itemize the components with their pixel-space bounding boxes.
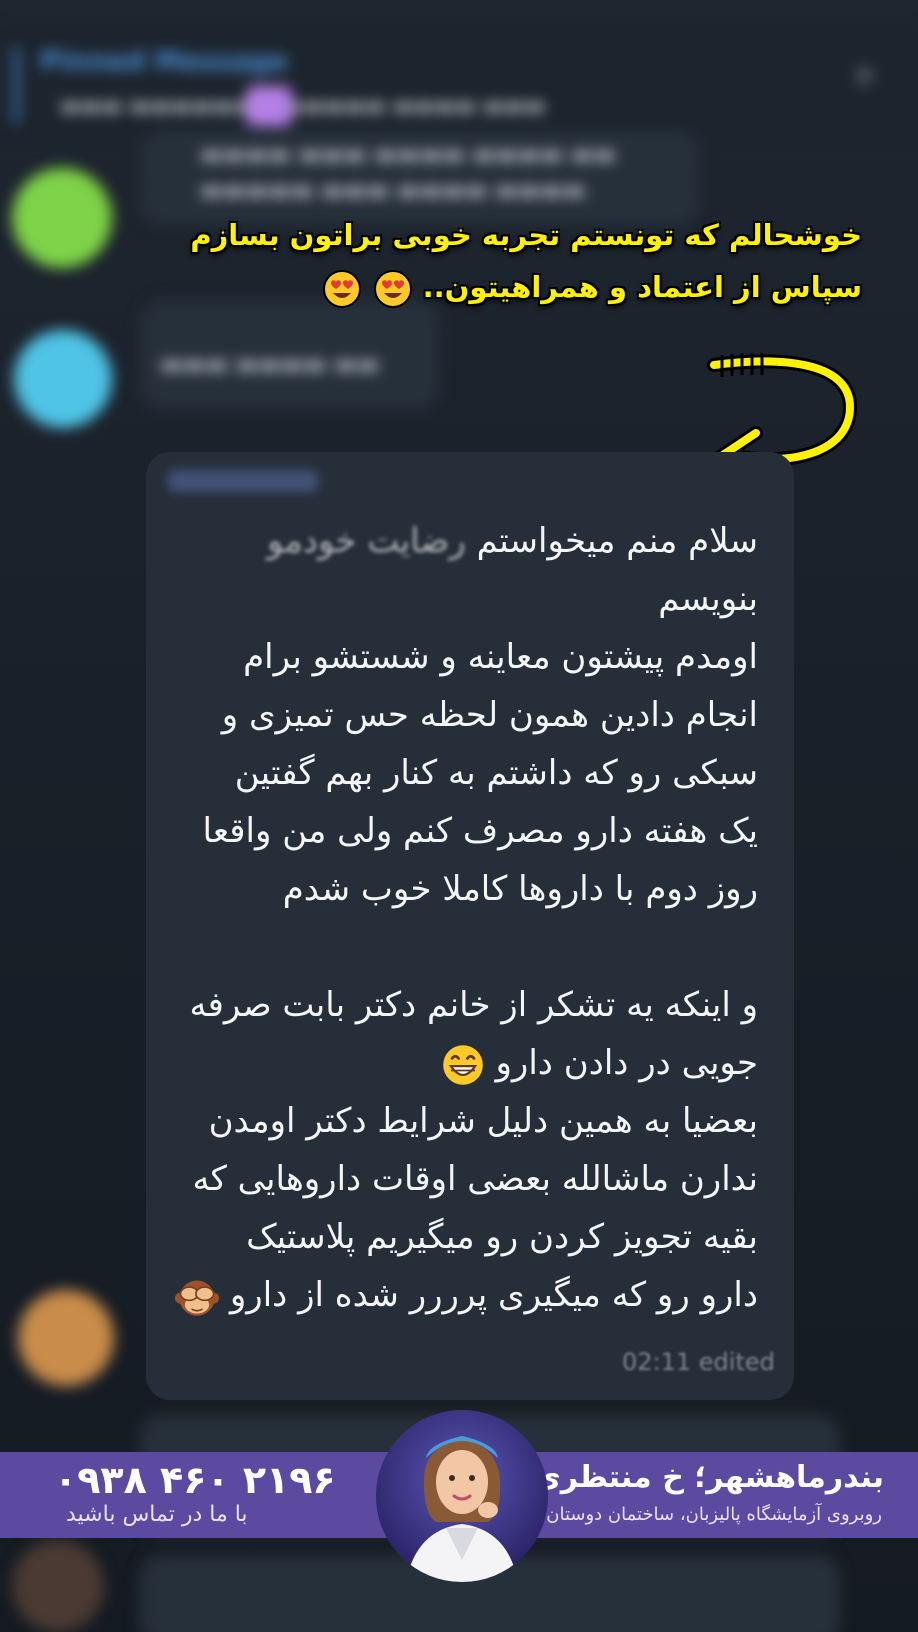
message-body: سلام منم میخواستم رضایت خودمو بنویسم اوم… <box>158 512 758 1324</box>
address-title: بندرماهشهر؛ خ منتظری <box>533 1460 884 1495</box>
see-no-evil-monkey-icon <box>175 1280 220 1316</box>
grinning-face-icon <box>442 1044 483 1085</box>
message-line: بعضیا به همین دلیل شرایط دکتر اومدن <box>158 1092 758 1150</box>
pinned-title: Pinned Message <box>40 46 288 77</box>
chat-screen: Pinned Message ▬▬▬ ▬▬▬▬▬▬▬ ▬▬▬▬▬ ▬▬▬▬ ▬▬… <box>0 0 918 1632</box>
address-detail: روبروی آزمایشگاه پالیزبان، ساختمان دوستا… <box>546 1504 882 1525</box>
message-line: بقیه تجویز کردن رو میگیریم پلاستیک <box>158 1208 758 1266</box>
message-line-text: انجام دادین همون لحظه حس تمیزی و <box>221 695 758 735</box>
doctor-illustration-icon <box>376 1410 548 1582</box>
close-icon[interactable]: × <box>852 58 877 93</box>
caption-text: سپاس از اعتماد و همراهیتون.. <box>422 270 862 304</box>
caption-line-2: سپاس از اعتماد و همراهیتون.. <box>322 264 862 310</box>
message-line: اومدم پیشتون معاینه و شستشو برام <box>158 628 758 686</box>
message-line: و اینکه یه تشکر از خانم دکتر بابت صرفه <box>158 976 758 1034</box>
doctor-portrait-avatar <box>376 1410 548 1582</box>
caption-line-1: خوشحالم که تونستم تجربه خوبی براتون بساز… <box>190 212 862 258</box>
phone-number[interactable]: ۰۹۳۸ ۴۶۰ ۲۱۹۶ <box>54 1458 336 1502</box>
message-line: بنویسم <box>158 570 758 628</box>
contact-avatar[interactable] <box>14 330 112 428</box>
heart-eyes-icon <box>373 270 412 308</box>
message-line: روز دوم با داروها کاملا خوب شدم <box>158 860 758 918</box>
message-line-text: جویی در دادن دارو <box>495 1043 759 1083</box>
message-line: ندارن ماشالله بعضی اوقات داروهایی که <box>158 1150 758 1208</box>
message-line-text: یک هفته دارو مصرف کنم ولی من واقعا <box>202 811 758 851</box>
message-line-text: ندارن ماشالله بعضی اوقات داروهایی که <box>192 1159 758 1199</box>
message-line: یک هفته دارو مصرف کنم ولی من واقعا <box>158 802 758 860</box>
contact-avatar[interactable] <box>18 1290 114 1386</box>
message-line <box>158 918 758 976</box>
message-line-text: دارو رو که میگیری پرررر شده از دارو <box>229 1275 758 1315</box>
message-line-text: سبکی رو که داشتم به کنار بهم گفتین <box>234 753 758 793</box>
message-line: سبکی رو که داشتم به کنار بهم گفتین <box>158 744 758 802</box>
contact-avatar[interactable] <box>12 168 112 268</box>
message-line-text: بقیه تجویز کردن رو میگیریم پلاستیک <box>246 1217 758 1257</box>
pinned-message-bar[interactable]: Pinned Message ▬▬▬ ▬▬▬▬▬▬▬ ▬▬▬▬▬ ▬▬▬▬ ▬▬… <box>0 28 918 133</box>
testimonial-message-bubble[interactable]: سلام منم میخواستم رضایت خودمو بنویسم اوم… <box>146 452 794 1400</box>
message-line: انجام دادین همون لحظه حس تمیزی و <box>158 686 758 744</box>
previous-message-text: ▬▬ ▬▬▬▬ ▬▬▬ <box>160 350 380 378</box>
caption-text: خوشحالم که تونستم تجربه خوبی براتون بساز… <box>190 218 862 252</box>
contact-tagline: با ما در تماس باشید <box>66 1502 248 1527</box>
pinned-preview: ▬▬▬ ▬▬▬▬▬▬▬ ▬▬▬▬▬ ▬▬▬▬ ▬▬▬ <box>60 94 546 119</box>
message-line-text: بنویسم <box>658 579 758 619</box>
message-line-text: اومدم پیشتون معاینه و شستشو برام <box>243 637 758 677</box>
message-line: دارو رو که میگیری پرررر شده از دارو <box>158 1266 758 1324</box>
heart-eyes-icon <box>323 270 362 308</box>
message-timestamp: 02:11 edited <box>622 1348 775 1376</box>
contact-avatar[interactable] <box>12 1540 104 1632</box>
message-line: سلام منم میخواستم رضایت خودمو <box>158 512 758 570</box>
previous-message: ▬▬ ▬▬▬▬ ▬▬▬▬ ▬▬▬ ▬▬▬▬ ▬▬▬▬ ▬▬▬▬ ▬▬▬ ▬▬▬▬… <box>140 130 700 225</box>
message-sender-name <box>168 470 318 492</box>
message-line-text: بعضیا به همین دلیل شرایط دکتر اومدن <box>208 1101 758 1141</box>
message-line-text: سلام منم میخواستم <box>476 521 758 561</box>
previous-message-text: ▬▬ ▬▬▬▬ ▬▬▬▬ ▬▬▬ ▬▬▬▬ <box>200 140 617 168</box>
message-line: جویی در دادن دارو <box>158 1034 758 1092</box>
previous-message: ▬▬ ▬▬▬▬ ▬▬▬ <box>140 300 440 410</box>
pinned-indicator <box>14 46 19 124</box>
previous-message-text: ▬▬▬▬ ▬▬▬▬ ▬▬▬ ▬▬▬▬▬ <box>200 176 586 204</box>
message-line-text: و اینکه یه تشکر از خانم دکتر بابت صرفه <box>189 985 758 1025</box>
pinned-emoji-icon <box>246 86 292 126</box>
message-line-text: روز دوم با داروها کاملا خوب شدم <box>282 869 758 909</box>
message-line-faded-text: رضایت خودمو <box>267 521 466 561</box>
